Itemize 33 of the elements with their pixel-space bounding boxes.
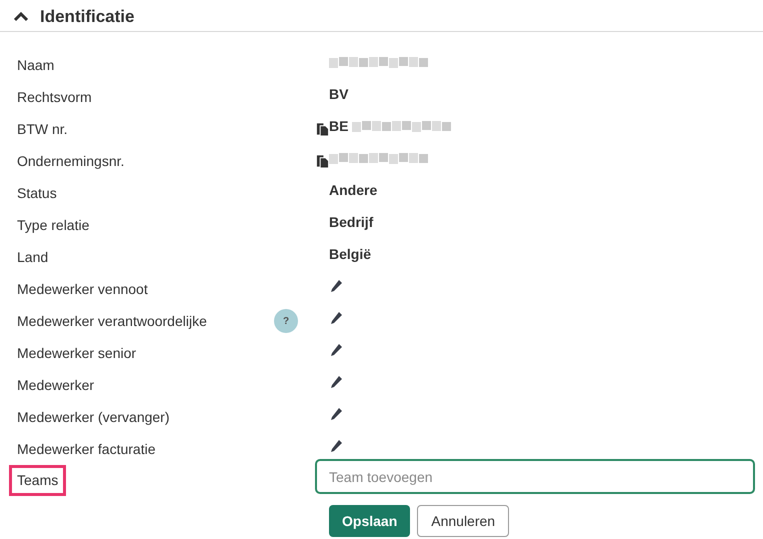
pencil-icon[interactable] — [329, 375, 343, 389]
field-label: Type relatie — [16, 216, 90, 235]
field-label: Medewerker — [16, 376, 96, 394]
field-label: Naam — [16, 56, 56, 74]
field-label: BTW nr. — [16, 120, 69, 138]
section-title: Identificatie — [40, 6, 134, 28]
field-label: Land — [16, 248, 50, 266]
field-label: Medewerker senior — [16, 344, 138, 362]
field-value: België — [329, 244, 372, 264]
help-badge[interactable]: ? — [274, 309, 298, 333]
field-label: Medewerker facturatie — [16, 440, 157, 458]
pencil-icon[interactable] — [329, 311, 343, 325]
field-label: Medewerker verantwoordelijke — [16, 312, 208, 331]
chevron-icon[interactable] — [14, 12, 28, 22]
field-label: Teams — [9, 465, 66, 496]
pencil-icon[interactable] — [329, 439, 343, 453]
field-value: Andere — [329, 180, 378, 200]
field-label: Rechtsvorm — [16, 88, 93, 106]
field-value: BE — [329, 116, 348, 136]
field-label: Medewerker vennoot — [16, 280, 149, 298]
copy-icon[interactable] — [316, 154, 329, 168]
field-label: Medewerker (vervanger) — [16, 408, 170, 427]
pencil-icon[interactable] — [329, 279, 343, 293]
team-input-field[interactable]: Team toevoegen — [315, 459, 755, 494]
cancel-button[interactable]: Annuleren — [417, 505, 510, 537]
field-label: Ondernemingsnr. — [16, 152, 126, 171]
field-value: Bedrijf — [329, 212, 374, 232]
field-value: BV — [329, 84, 348, 104]
copy-icon[interactable] — [316, 122, 329, 136]
pencil-icon[interactable] — [329, 343, 343, 357]
field-label: Status — [16, 184, 58, 202]
pencil-icon[interactable] — [329, 407, 343, 421]
save-button[interactable]: Opslaan — [329, 505, 410, 537]
